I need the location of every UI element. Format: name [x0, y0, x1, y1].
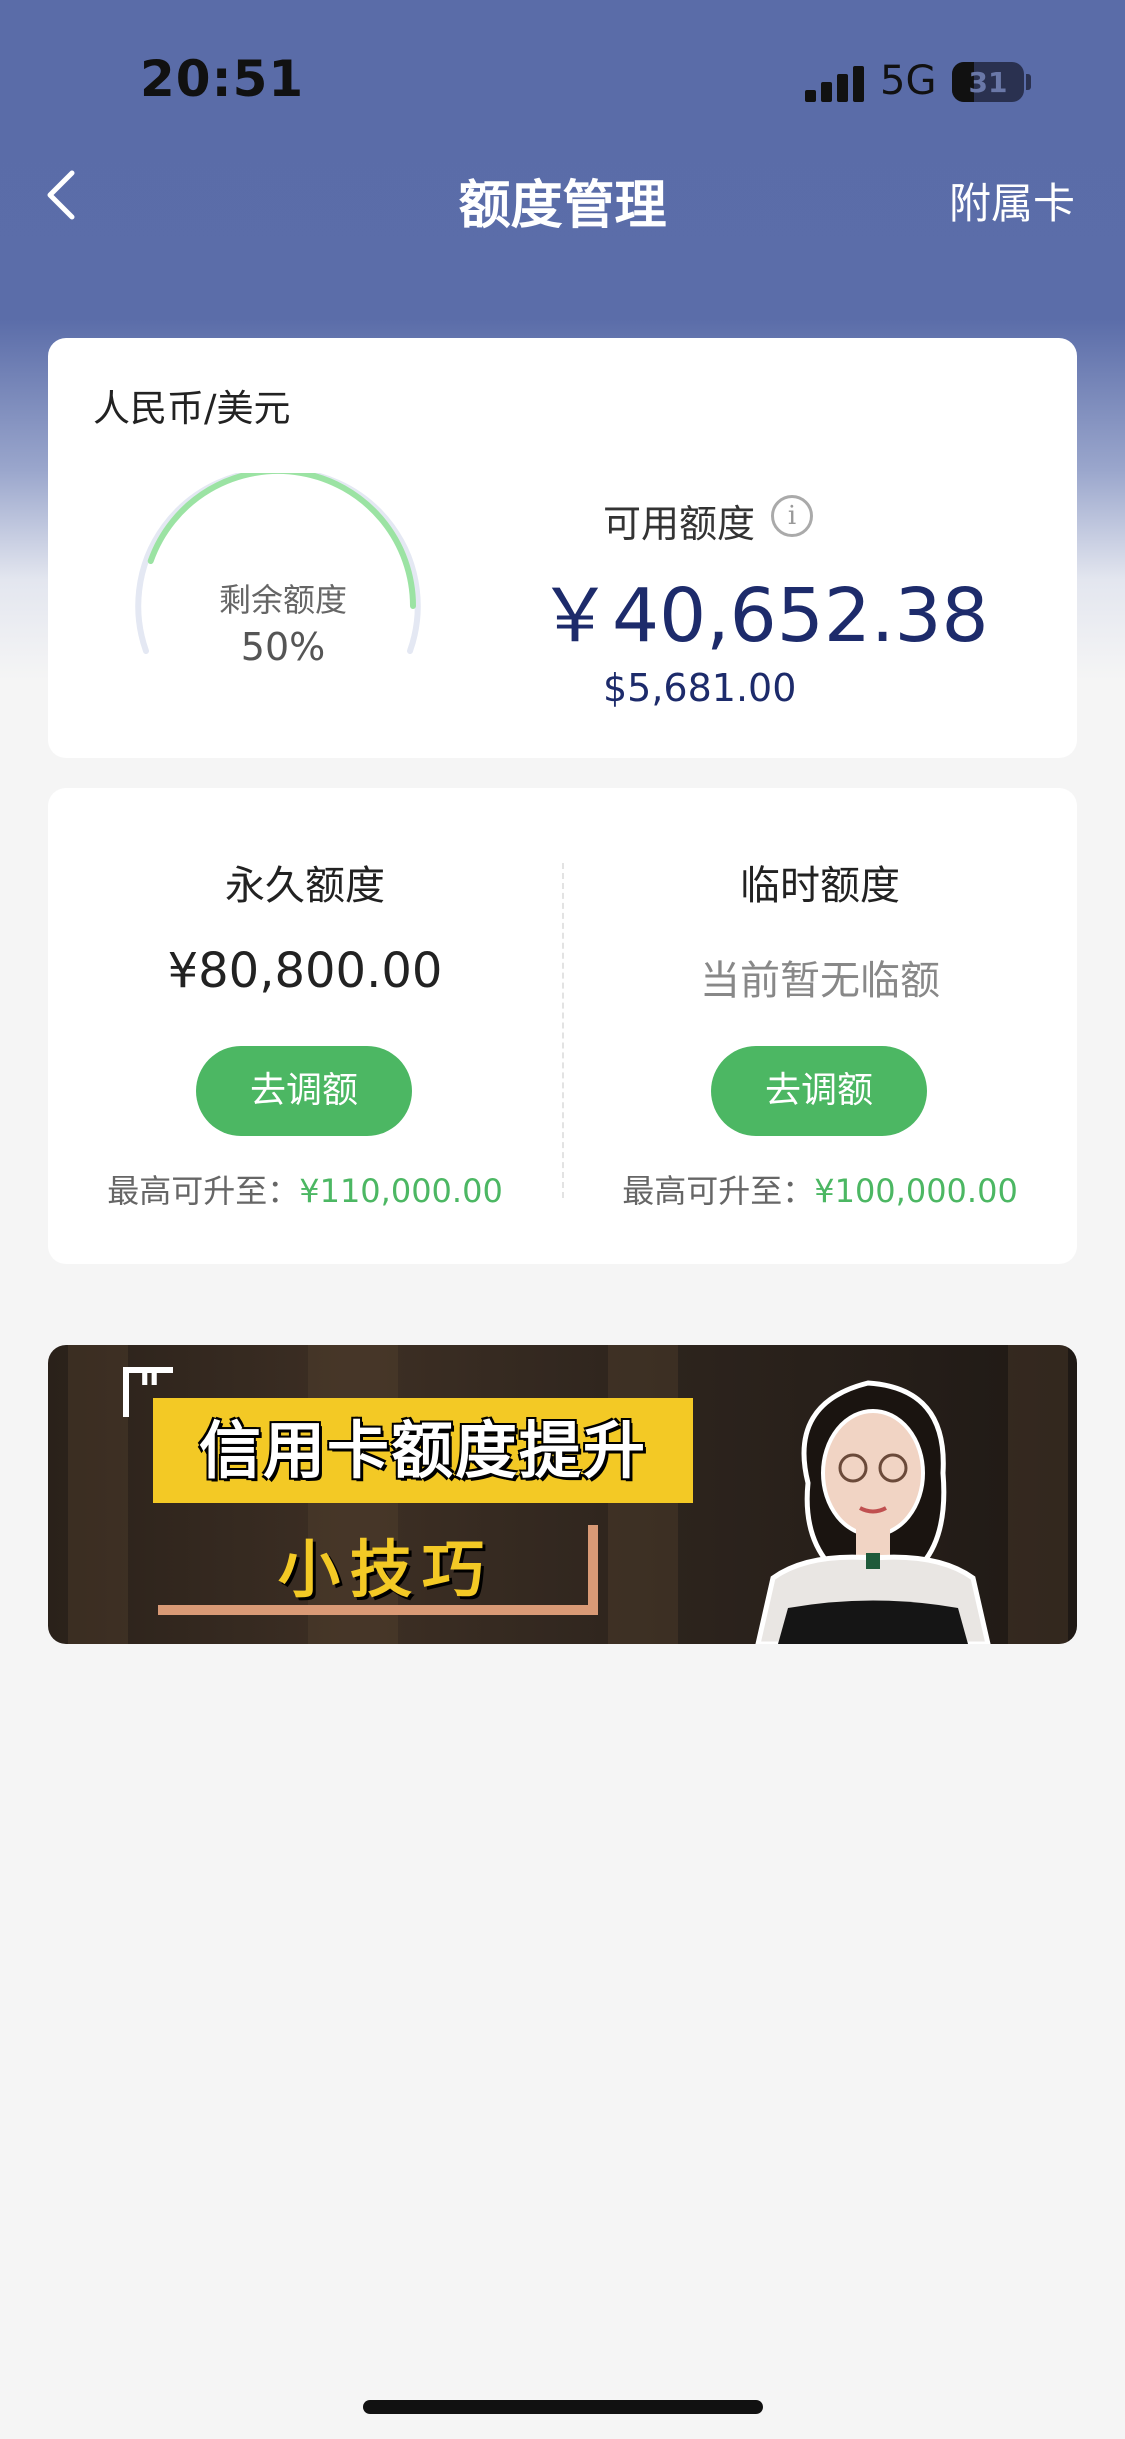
permanent-limit-section: 永久额度 ¥80,800.00 去调额 最高可升至：¥110,000.00 — [48, 788, 562, 1264]
temporary-limit-title: 临时额度 — [740, 863, 900, 909]
signal-icon — [805, 64, 865, 102]
status-time: 20:51 — [140, 50, 305, 108]
home-indicator[interactable] — [363, 2400, 763, 2414]
promo-video-banner[interactable]: " 信用卡额度提升 小技巧 — [48, 1345, 1077, 1644]
permanent-max-prefix: 最高可升至： — [107, 1172, 300, 1210]
banner-headline: 信用卡额度提升 — [153, 1398, 693, 1503]
available-credit-card: 人民币/美元 剩余额度 50% 可用额度 i ￥40,652.38 $5,681… — [48, 338, 1077, 758]
adjust-permanent-button[interactable]: 去调额 — [196, 1046, 412, 1136]
battery-icon: 31 — [952, 62, 1024, 102]
bookshelf-decor — [1008, 1345, 1068, 1644]
banner-subheadline: 小技巧 — [158, 1525, 598, 1615]
bookshelf-decor — [68, 1345, 128, 1644]
battery-level: 31 — [968, 66, 1008, 99]
gauge-label: 剩余额度 — [218, 581, 347, 619]
credit-limits-card: 永久额度 ¥80,800.00 去调额 最高可升至：¥110,000.00 临时… — [48, 788, 1077, 1264]
temporary-limit-value: 当前暂无临额 — [700, 958, 940, 1004]
available-credit-usd: $5,681.00 — [603, 666, 797, 710]
gauge-percent: 50% — [240, 625, 326, 669]
status-bar: 20:51 5G 31 — [0, 0, 1125, 160]
info-icon[interactable]: i — [771, 495, 813, 537]
available-credit-label: 可用额度 — [603, 502, 756, 546]
supplementary-card-link[interactable]: 附属卡 — [949, 170, 1075, 231]
permanent-limit-title: 永久额度 — [225, 863, 385, 909]
temporary-max-line: 最高可升至：¥100,000.00 — [563, 1166, 1077, 1212]
temporary-max-amount: ¥100,000.00 — [814, 1172, 1018, 1210]
battery-cap — [1026, 74, 1031, 90]
presenter-image — [748, 1363, 998, 1644]
permanent-max-line: 最高可升至：¥110,000.00 — [48, 1166, 562, 1212]
available-credit-cny: ￥40,652.38 — [538, 573, 989, 659]
adjust-temporary-button[interactable]: 去调额 — [711, 1046, 927, 1136]
permanent-limit-value: ¥80,800.00 — [167, 943, 443, 999]
network-label: 5G — [880, 58, 937, 104]
currency-label: 人民币/美元 — [93, 387, 291, 430]
permanent-max-amount: ¥110,000.00 — [299, 1172, 503, 1210]
temporary-max-prefix: 最高可升至： — [622, 1172, 815, 1210]
temporary-limit-section: 临时额度 当前暂无临额 去调额 最高可升至：¥100,000.00 — [563, 788, 1077, 1264]
